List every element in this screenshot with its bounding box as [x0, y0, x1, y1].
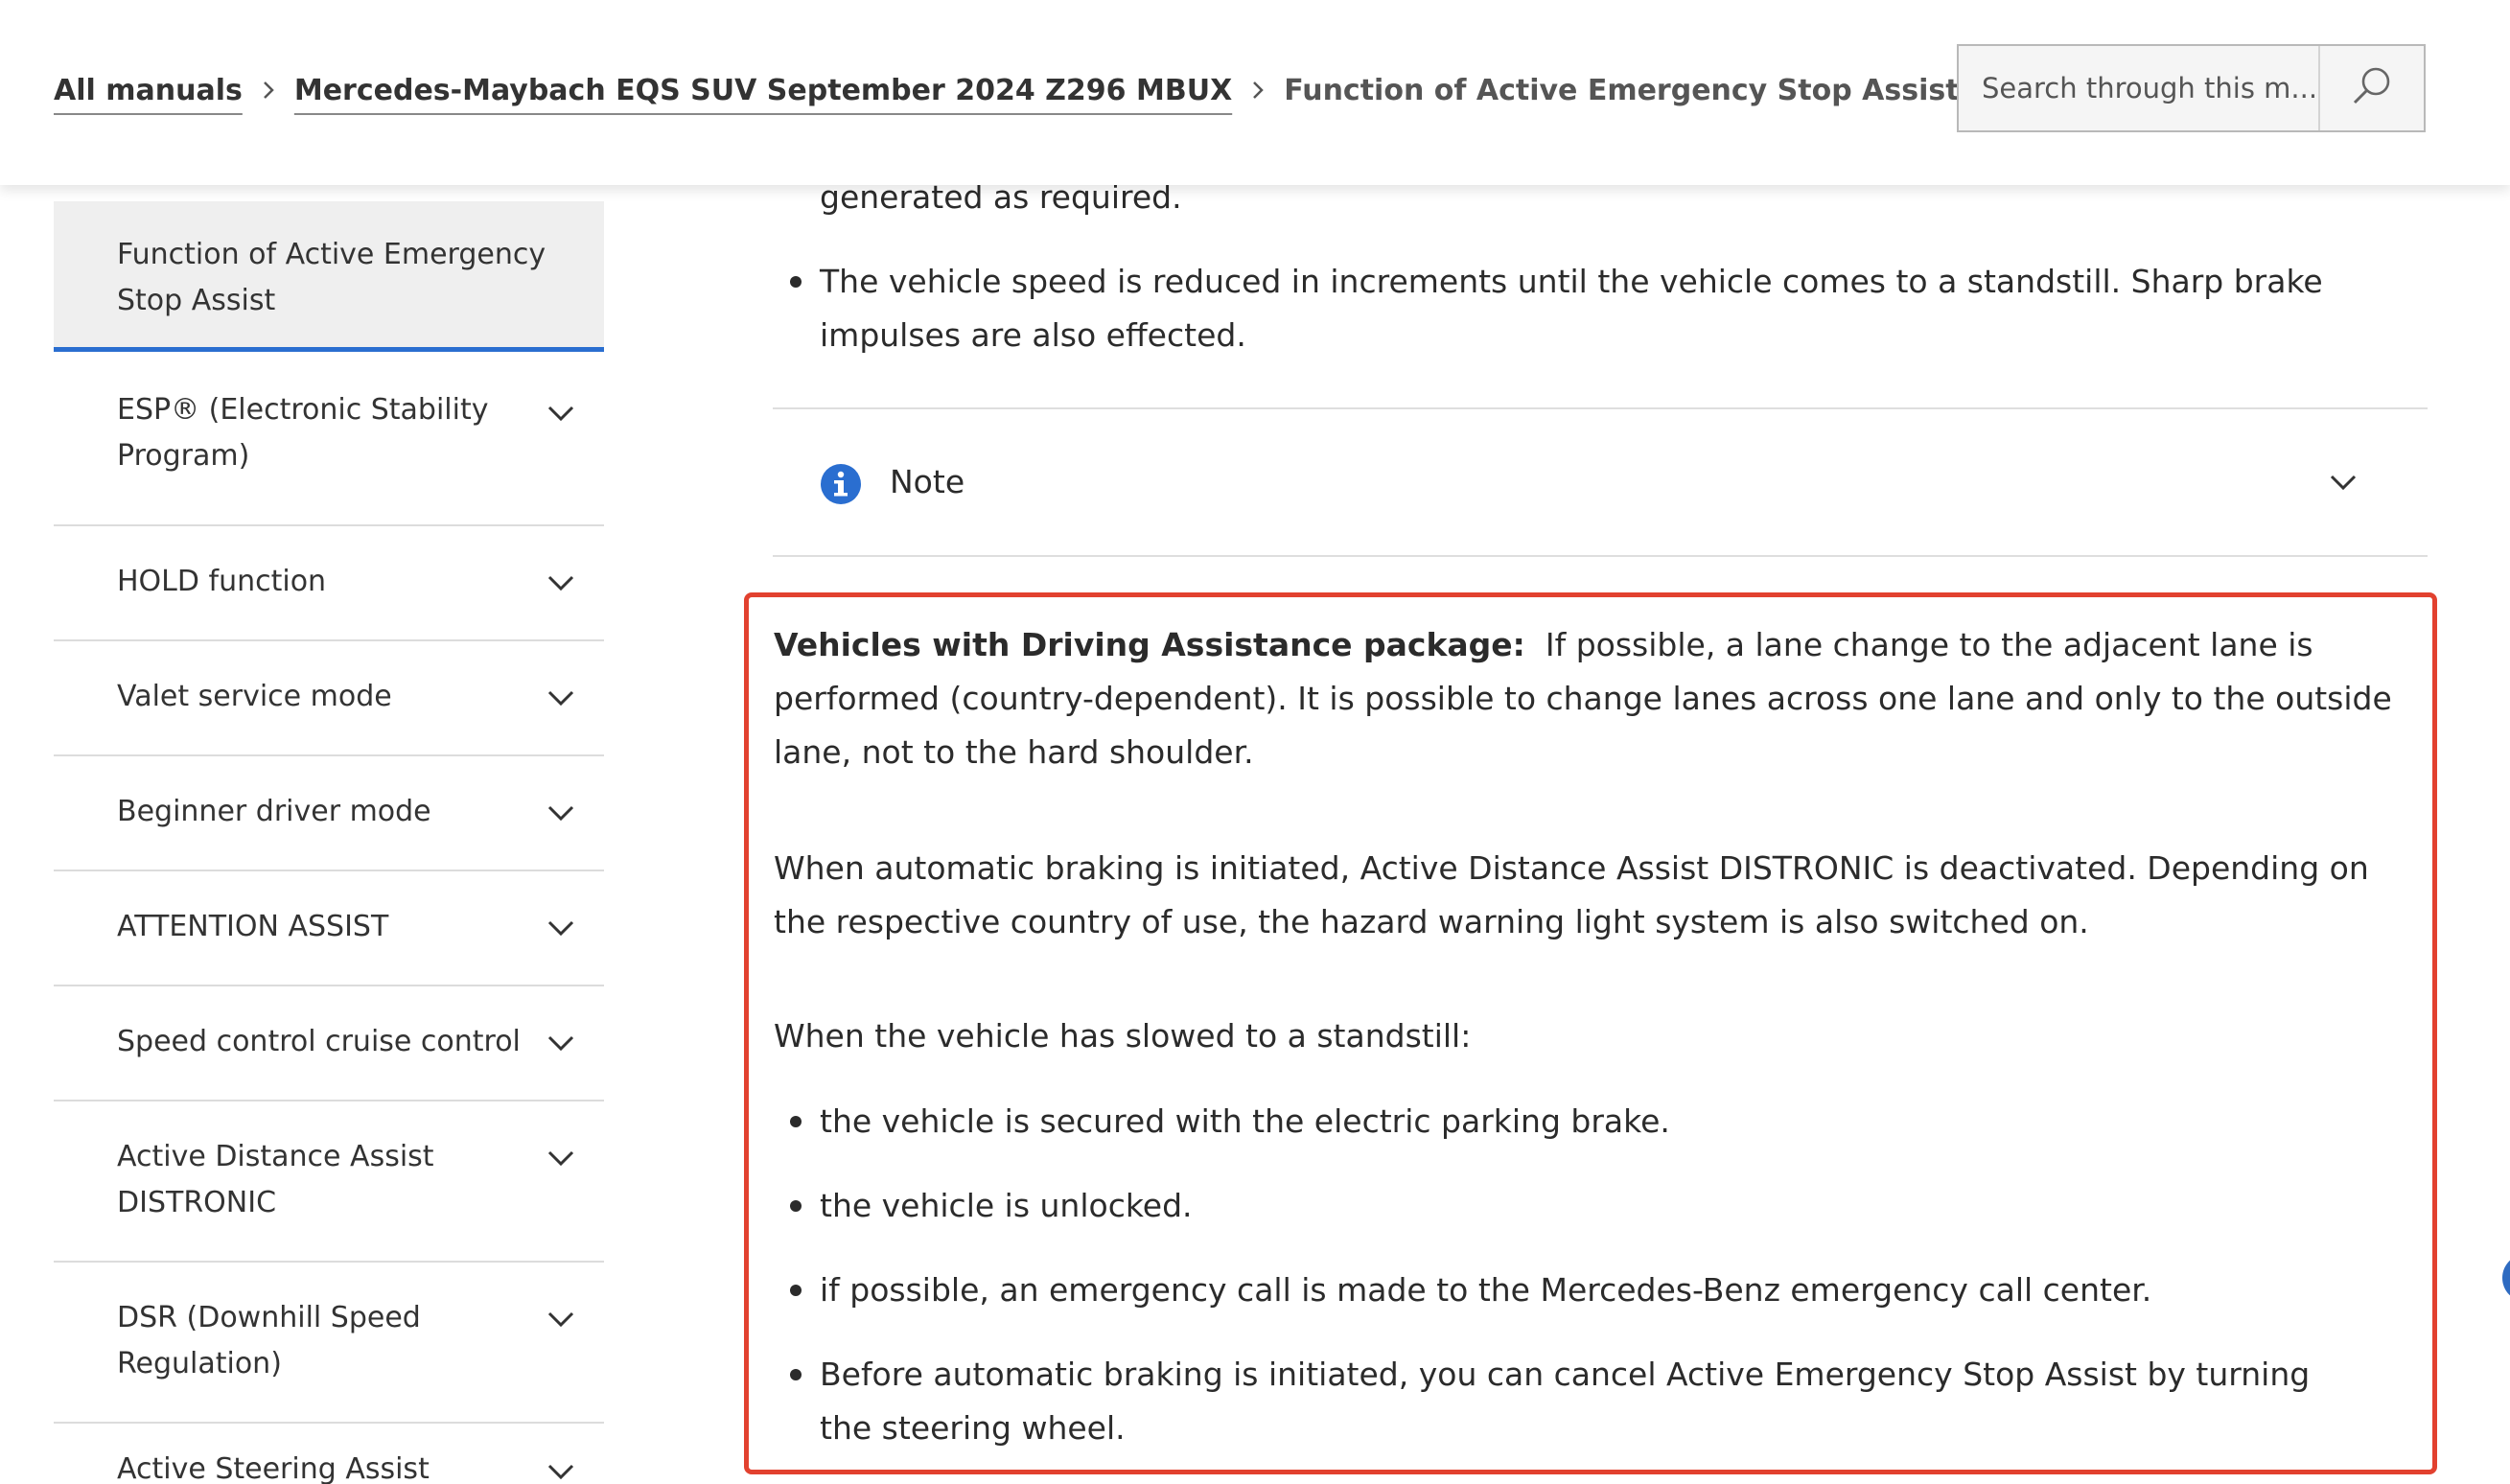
chevron-down-icon [2330, 475, 2357, 491]
sidebar-item-active-emergency-stop-assist[interactable]: Function of Active Emergency Stop Assist [54, 201, 604, 352]
sidebar-item-label: ATTENTION ASSIST [117, 910, 389, 943]
breadcrumb-current: Function of Active Emergency Stop Assist [1284, 73, 1960, 107]
sidebar-item-active-distance-assist[interactable]: Active Distance Assist DISTRONIC [54, 1101, 604, 1263]
chevron-down-icon [547, 1035, 574, 1052]
sidebar-item-hold-function[interactable]: HOLD function [54, 526, 604, 641]
note-label: Note [890, 463, 965, 500]
chevron-down-icon [547, 805, 574, 822]
sidebar-item-label: ESP® (Electronic Stability Program) [117, 393, 489, 473]
chevron-right-icon [1251, 80, 1265, 101]
chevron-down-icon [547, 406, 574, 422]
sidebar-item-label: Function of Active Emergency Stop Assist [117, 238, 546, 317]
divider [773, 555, 2428, 557]
breadcrumb: All manuals Mercedes-Maybach EQS SUV Sep… [54, 67, 1960, 113]
chevron-right-icon [262, 80, 275, 101]
chevron-down-icon [547, 1464, 574, 1480]
sidebar-item-label: DSR (Downhill Speed Regulation) [117, 1301, 421, 1380]
sidebar-item-speed-control[interactable]: Speed control cruise control [54, 986, 604, 1101]
chevron-down-icon [547, 690, 574, 707]
sidebar-item-label: Active Distance Assist DISTRONIC [117, 1140, 434, 1219]
top-header: All manuals Mercedes-Maybach EQS SUV Sep… [0, 0, 2510, 185]
sidebar-item-esp[interactable]: ESP® (Electronic Stability Program) [54, 352, 604, 526]
sidebar-item-valet-service-mode[interactable]: Valet service mode [54, 641, 604, 756]
sidebar-item-label: Beginner driver mode [117, 795, 431, 828]
list-item: The vehicle speed is reduced in incremen… [820, 263, 2323, 354]
breadcrumb-manual[interactable]: Mercedes-Maybach EQS SUV September 2024 … [294, 74, 1232, 107]
sidebar-item-label: HOLD function [117, 565, 327, 598]
sidebar-item-dsr[interactable]: DSR (Downhill Speed Regulation) [54, 1263, 604, 1424]
sidebar-nav: Function of Active Emergency Stop Assist… [54, 185, 604, 1484]
floating-action-button[interactable] [2502, 1254, 2510, 1302]
sidebar-item-attention-assist[interactable]: ATTENTION ASSIST [54, 871, 604, 986]
breadcrumb-all-manuals[interactable]: All manuals [54, 74, 243, 107]
sidebar-item-beginner-driver-mode[interactable]: Beginner driver mode [54, 756, 604, 871]
search-box [1957, 44, 2426, 132]
search-icon [2349, 63, 2395, 113]
info-icon [820, 463, 862, 509]
chevron-down-icon [547, 1150, 574, 1167]
sidebar-item-label: Speed control cruise control [117, 1025, 521, 1058]
bullet-dot [790, 276, 802, 288]
sidebar-item-label: Valet service mode [117, 680, 392, 713]
search-button[interactable] [2318, 46, 2424, 130]
note-accordion[interactable]: Note [773, 409, 2428, 555]
chevron-down-icon [547, 920, 574, 937]
chevron-down-icon [547, 575, 574, 591]
sidebar-item-label: Active Steering Assist [117, 1452, 430, 1484]
search-input[interactable] [1959, 45, 2318, 131]
chevron-down-icon [547, 1311, 574, 1328]
sidebar-item-active-steering-assist[interactable]: Active Steering Assist [54, 1424, 604, 1484]
highlight-annotation-box [744, 592, 2437, 1474]
